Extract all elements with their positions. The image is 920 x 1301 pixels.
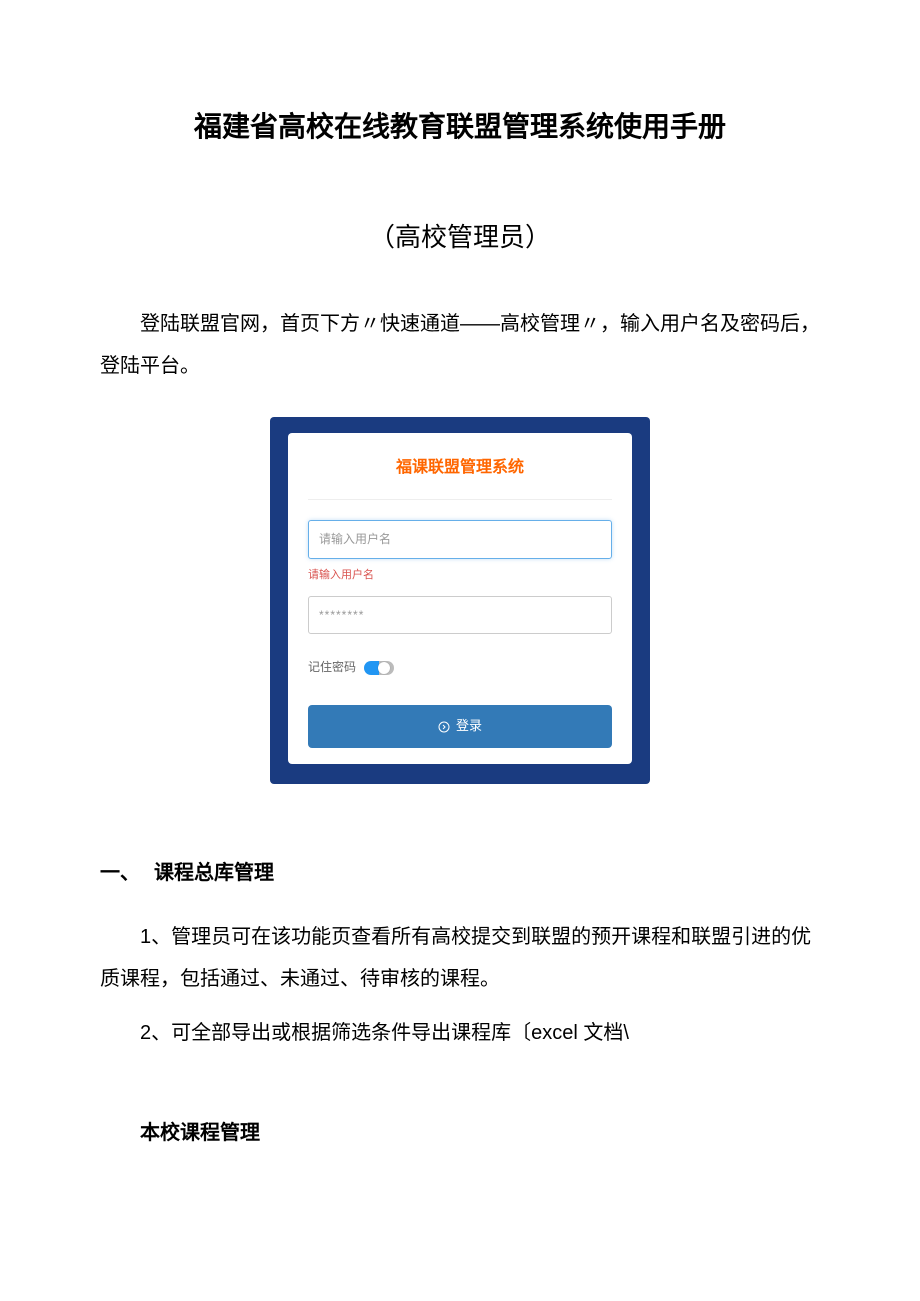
login-button[interactable]: 登录 — [308, 705, 612, 748]
login-title: 福课联盟管理系统 — [308, 451, 612, 500]
login-button-label: 登录 — [456, 714, 482, 739]
password-input[interactable]: ******** — [308, 596, 612, 635]
login-card: 福课联盟管理系统 请输入用户名 请输入用户名 ******** 记住密码 登录 — [288, 433, 632, 764]
remember-label: 记住密码 — [308, 656, 356, 679]
login-screenshot: 福课联盟管理系统 请输入用户名 请输入用户名 ******** 记住密码 登录 — [270, 417, 650, 784]
username-error: 请输入用户名 — [308, 565, 612, 586]
section-title: 课程总库管理 — [154, 854, 274, 892]
doc-subtitle: （高校管理员） — [100, 213, 820, 262]
section-1-heading: 一、 课程总库管理 — [100, 854, 820, 892]
doc-title: 福建省高校在线教育联盟管理系统使用手册 — [100, 100, 820, 153]
section-2-heading: 本校课程管理 — [140, 1114, 820, 1152]
intro-paragraph: 登陆联盟官网，首页下方〃快速通道——高校管理〃，输入用户名及密码后，登陆平台。 — [100, 303, 820, 387]
remember-toggle[interactable] — [364, 661, 394, 675]
section-1-p2: 2、可全部导出或根据筛选条件导出课程库〔excel 文档\ — [100, 1012, 820, 1054]
enter-icon — [438, 721, 450, 733]
section-1-p1: 1、管理员可在该功能页查看所有高校提交到联盟的预开课程和联盟引进的优质课程，包括… — [100, 916, 820, 1000]
username-input[interactable]: 请输入用户名 — [308, 520, 612, 559]
section-number: 一、 — [100, 854, 140, 892]
